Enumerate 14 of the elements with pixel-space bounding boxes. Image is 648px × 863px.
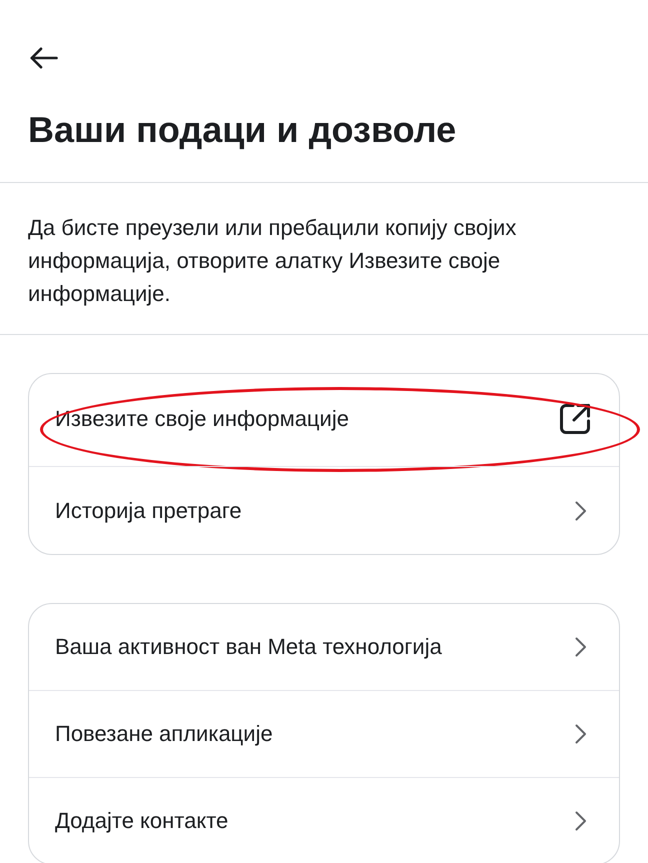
menu-item[interactable]: Извезите своје информације	[29, 374, 619, 466]
chevron-right-icon	[575, 811, 587, 831]
chevron-right-icon	[575, 637, 587, 657]
menu-item[interactable]: Историја претраге	[29, 467, 619, 554]
chevron-right-icon	[575, 724, 587, 744]
menu-item[interactable]: Ваша активност ван Meta технологија	[29, 604, 619, 690]
page-title: Ваши подаци и дозволе	[28, 108, 458, 152]
back-button[interactable]	[30, 47, 58, 69]
description-text: Да бисте преузели или пребацили копију својих информација, отворите алатку Извезите своје информације.	[28, 214, 518, 308]
back-arrow-icon	[30, 47, 58, 69]
chevron-right-icon	[575, 500, 587, 520]
menu-item[interactable]: Додајте контакте	[29, 778, 619, 863]
menu-item[interactable]: Повезане апликације	[29, 691, 619, 777]
external-link-icon	[559, 403, 591, 435]
